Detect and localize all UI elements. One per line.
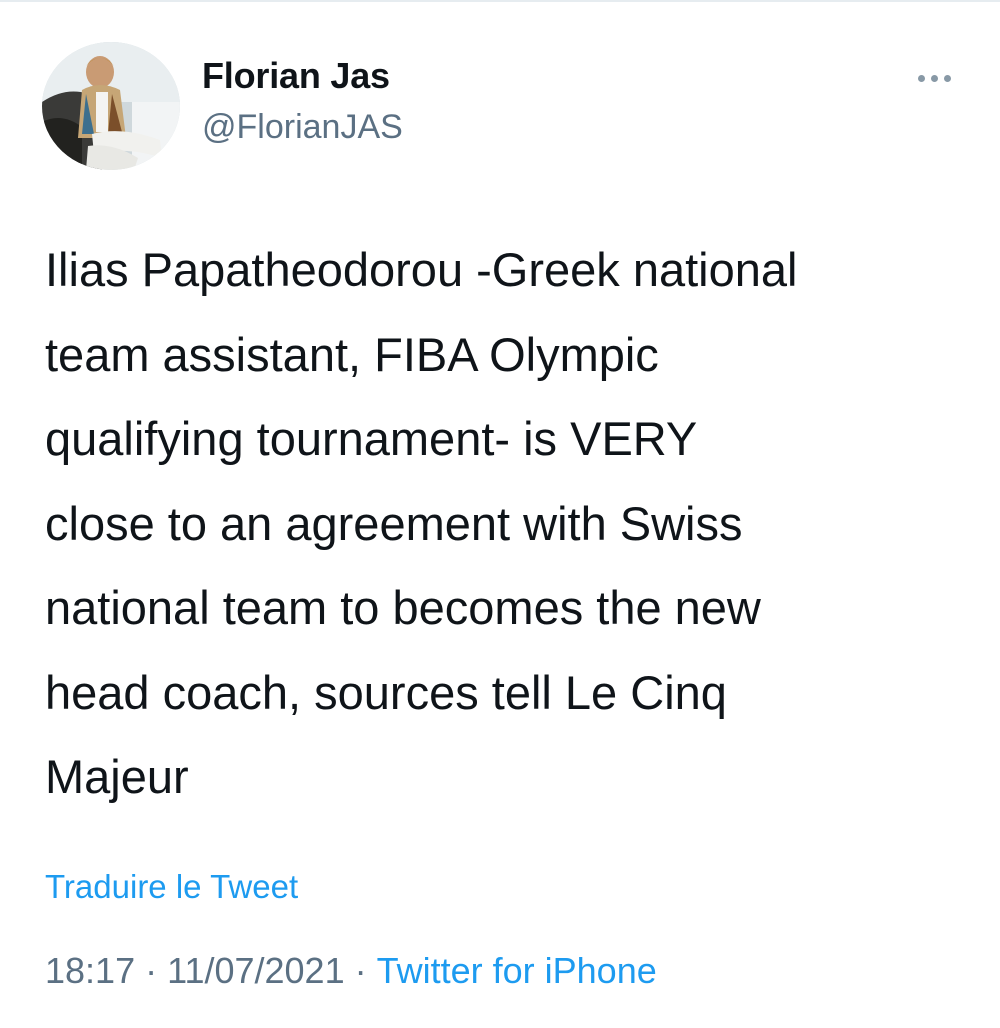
author-display-name[interactable]: Florian Jas bbox=[202, 55, 390, 97]
tweet-time[interactable]: 18:17 bbox=[45, 950, 135, 991]
meta-separator: · bbox=[354, 950, 367, 991]
tweet-date[interactable]: 11/07/2021 bbox=[167, 950, 345, 991]
meta-separator: · bbox=[145, 950, 158, 991]
avatar[interactable] bbox=[42, 42, 180, 170]
avatar-photo bbox=[42, 42, 180, 170]
tweet-source-link[interactable]: Twitter for iPhone bbox=[377, 950, 657, 991]
author-handle[interactable]: @FlorianJAS bbox=[202, 108, 403, 147]
tweet-meta: 18:17 · 11/07/2021 · Twitter for iPhone bbox=[45, 950, 657, 992]
more-horizontal-icon bbox=[915, 74, 954, 82]
translate-tweet-link[interactable]: Traduire le Tweet bbox=[45, 868, 298, 906]
top-divider bbox=[0, 0, 1000, 2]
more-options-button[interactable] bbox=[905, 58, 963, 98]
tweet-text: Ilias Papatheodorou -Greek national team… bbox=[45, 243, 798, 803]
